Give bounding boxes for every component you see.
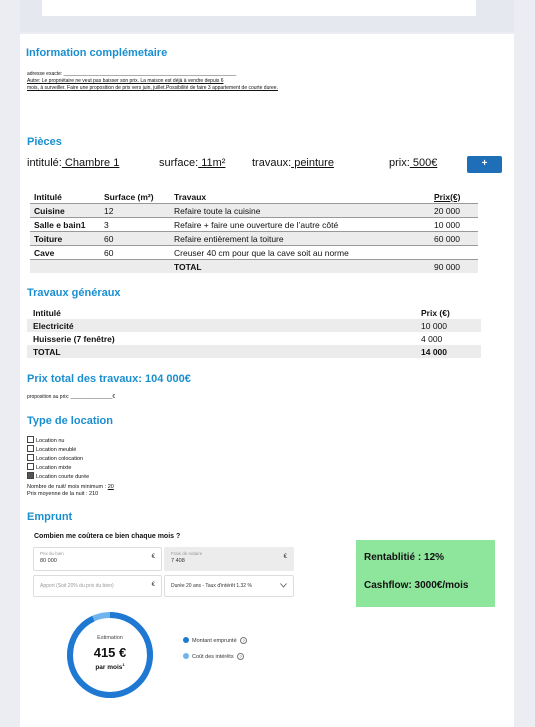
pieces-title: Pièces [27, 136, 62, 148]
checkbox[interactable] [27, 454, 34, 461]
piece-form: intitulé: Chambre 1 [27, 157, 119, 169]
prix-nuit: Prix moyenne de la nuit : 210 [27, 491, 99, 497]
location-options: Location nu Location meublé Location col… [27, 436, 89, 481]
legend-emprunte: Montant emprunté ? [183, 637, 248, 644]
info-title: Information complémetaire [26, 47, 168, 59]
table-row: Electricité 10 000 [27, 319, 481, 332]
par-mois-label: par mois1 [95, 662, 125, 672]
travaux-col-intitule: Intitulé [33, 307, 61, 318]
prix-bien-input[interactable]: Prix du bien 80 000 € [33, 547, 162, 571]
euro-suffix: € [283, 554, 287, 560]
cashflow-value: Cashflow: 3000€/mois [364, 580, 469, 591]
legend-interets: Coût des intérêts ? [183, 653, 245, 660]
duree-select[interactable]: Durée 20 ans - Taux d'intérêt 1.32 % [164, 575, 294, 597]
travaux-title: Travaux généraux [27, 287, 121, 299]
frais-notaire-input[interactable]: Frais de notaire 7 408 € [164, 547, 294, 571]
emprunt-question: Combien me coûtera ce bien chaque mois ? [34, 533, 181, 540]
travaux-input[interactable]: peinture [291, 157, 334, 169]
address-field[interactable]: adresse exacte: ________________________… [27, 71, 236, 78]
note-line-1: Autre: Le propriétaire ne veut pas baiss… [27, 78, 224, 84]
option-location-mixte[interactable]: Location mixte [27, 463, 89, 472]
table-total-row: TOTAL 14 000 [27, 345, 481, 358]
intitule-input[interactable]: Chambre 1 [62, 157, 119, 169]
table-row: Cave 60 Creuser 40 cm pour que la cave s… [30, 245, 478, 260]
emprunt-title: Emprunt [27, 511, 73, 523]
option-location-courte-duree[interactable]: Location courte durée [27, 472, 89, 481]
location-title: Type de location [27, 415, 113, 427]
col-prix: Prix(€) [434, 191, 461, 202]
help-icon[interactable]: ? [240, 637, 248, 644]
pieces-table: Intitulé Surface (m²) Travaux Prix(€) Cu… [30, 190, 478, 273]
note-line-2: mois, à surveiller. Faire une propositio… [27, 85, 278, 91]
proposition-field[interactable]: proposition au prix: _______________€ [27, 394, 115, 401]
add-piece-button[interactable]: + [467, 156, 502, 173]
estimation-value: 415 € [93, 645, 127, 660]
option-location-colocation[interactable]: Location colocation [27, 454, 89, 463]
previous-card [42, 0, 476, 16]
checkbox-checked[interactable] [27, 472, 34, 479]
table-total-row: TOTAL 90 000 [30, 259, 478, 273]
euro-suffix: € [151, 582, 155, 588]
option-location-nu[interactable]: Location nu [27, 436, 89, 445]
travaux-label: travaux: [252, 157, 292, 169]
checkbox[interactable] [27, 463, 34, 470]
apport-input[interactable]: Apport (Soit 20% du prix du bien) € [33, 575, 162, 597]
option-location-meuble[interactable]: Location meublé [27, 445, 89, 454]
rentabilite-value: Rentablitié : 12% [364, 552, 445, 563]
nuits-field: Nombre de nuit/ mois minimum : 20 [27, 484, 114, 490]
table-row: Salle e bain1 3 Refaire + faire une ouve… [30, 217, 478, 232]
col-intitule: Intitulé [34, 191, 62, 202]
checkbox[interactable] [27, 436, 34, 443]
chevron-down-icon [280, 583, 287, 588]
col-surface: Surface (m²) [104, 191, 154, 202]
travaux-col-prix: Prix (€) [421, 307, 450, 318]
legend-dot [183, 653, 189, 659]
estimation-label: Estimation [97, 635, 123, 641]
col-travaux: Travaux [174, 191, 207, 202]
prix-label: prix: [389, 157, 410, 169]
table-row: Huisserie (7 fenêtre) 4 000 [33, 333, 443, 344]
intitule-label: intitulé: [27, 157, 62, 169]
table-row: Toiture 60 Refaire entièrement la toitur… [30, 231, 478, 246]
surface-input[interactable]: 11m² [198, 157, 225, 169]
surface-label: surface: [159, 157, 199, 169]
total-title: Prix total des travaux: 104 000€ [27, 373, 191, 385]
checkbox[interactable] [27, 445, 34, 452]
result-box: Rentablitié : 12% Cashflow: 3000€/mois [356, 540, 495, 607]
help-icon[interactable]: ? [237, 653, 245, 660]
prix-input[interactable]: 500€ [410, 157, 437, 169]
table-row: Cuisine 12 Refaire toute la cuisine 20 0… [30, 203, 478, 218]
legend-dot [183, 637, 189, 643]
euro-suffix: € [151, 554, 155, 560]
travaux-table: Intitulé Prix (€) Electricité 10 000 Hui… [27, 306, 481, 358]
